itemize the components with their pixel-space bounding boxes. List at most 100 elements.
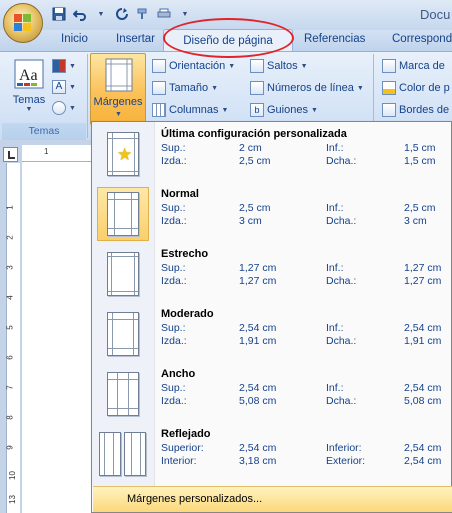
columnas-button[interactable]: Columnas ▼ <box>152 103 228 117</box>
temas-group-label: Temas <box>28 125 60 137</box>
saltos-button[interactable]: Saltos ▼ <box>250 59 308 73</box>
margin-option-reflejado[interactable]: Reflejado Superior: Interior: 2,54 cm 3,… <box>92 424 451 484</box>
title-bar: ▼ ▼ Docu <box>0 0 452 30</box>
option-title: Estrecho <box>161 248 209 260</box>
horizontal-ruler[interactable]: 1 <box>22 145 100 162</box>
label-top: Sup.: <box>161 142 186 154</box>
office-button[interactable] <box>3 3 43 43</box>
undo-dropdown-icon[interactable]: ▼ <box>92 5 110 23</box>
option-title: Moderado <box>161 308 214 320</box>
label-top: Sup.: <box>161 262 186 274</box>
orientacion-button[interactable]: Orientación ▼ <box>152 59 235 73</box>
value-bottom: 2,54 cm <box>404 442 442 454</box>
temas-button[interactable]: Aa Temas ▼ <box>8 58 50 113</box>
margin-line <box>140 433 141 475</box>
margenes-button[interactable]: Márgenes ▼ <box>90 53 146 125</box>
ruler-number: 4 <box>5 295 15 300</box>
margin-option-estrecho[interactable]: Estrecho Sup.: Izda.: 1,27 cm 1,27 cm In… <box>92 244 451 304</box>
color-pagina-label: Color de p <box>399 82 450 94</box>
label-right: Dcha.: <box>326 395 357 407</box>
margin-line <box>134 253 135 295</box>
margin-line <box>108 171 138 172</box>
guiones-label: Guiones <box>267 104 308 116</box>
bordes-pagina-button[interactable]: Bordes de <box>382 103 449 117</box>
margin-option-normal[interactable]: Normal Sup.: Izda.: 2,5 cm 3 cm Inf.: Dc… <box>92 184 451 244</box>
bordes-pagina-label: Bordes de <box>399 104 450 116</box>
option-thumbnail <box>97 367 149 421</box>
value-right: 1,5 cm <box>404 155 436 167</box>
temas-label: Temas <box>12 94 46 106</box>
tab-diseno-de-pagina[interactable]: Diseño de página <box>163 29 293 52</box>
margins-icon <box>105 58 133 92</box>
margin-option-moderado[interactable]: Moderado Sup.: Izda.: 2,54 cm 1,91 cm In… <box>92 304 451 364</box>
orientacion-label: Orientación <box>169 60 226 72</box>
document-page[interactable] <box>22 162 100 513</box>
label-left: Izda.: <box>161 275 187 287</box>
customize-qat-icon[interactable]: ▼ <box>176 5 194 23</box>
value-right: 1,91 cm <box>404 335 442 347</box>
value-left: 1,27 cm <box>239 275 277 287</box>
label-right: Dcha.: <box>326 155 357 167</box>
margin-line <box>134 133 135 175</box>
page-borders-icon <box>382 103 396 117</box>
value-right: 1,27 cm <box>404 275 442 287</box>
label-bottom: Inf.: <box>326 202 344 214</box>
ruler-number: 7 <box>5 385 15 390</box>
vertical-ruler[interactable]: 1 2 3 4 5 6 7 8 9 10 13 <box>0 145 22 513</box>
marca-agua-label: Marca de <box>399 60 445 72</box>
numeros-linea-arrow: ▼ <box>356 84 364 92</box>
label-right: Dcha.: <box>326 275 357 287</box>
office-logo-icon <box>14 14 32 32</box>
marca-agua-button[interactable]: Marca de <box>382 59 445 73</box>
tab-correspondencia[interactable]: Correspond <box>392 33 452 45</box>
label-left: Izda.: <box>161 395 187 407</box>
color-pagina-button[interactable]: Color de p <box>382 81 450 95</box>
print-icon[interactable] <box>155 5 173 23</box>
tab-selector-icon[interactable] <box>3 147 18 162</box>
option-thumbnail <box>97 187 149 241</box>
ruler-number: 8 <box>5 415 15 420</box>
margin-option-ancho[interactable]: Ancho Sup.: Izda.: 2,54 cm 5,08 cm Inf.:… <box>92 364 451 424</box>
value-inside: 3,18 cm <box>239 455 277 467</box>
columnas-label: Columnas <box>169 104 219 116</box>
label-bottom: Inf.: <box>326 322 344 334</box>
tab-insertar[interactable]: Insertar <box>116 33 155 45</box>
label-bottom: Inf.: <box>326 382 344 394</box>
margin-line <box>108 199 138 200</box>
margin-line <box>108 319 138 320</box>
option-thumbnail <box>97 307 149 361</box>
tab-inicio[interactable]: Inicio <box>61 33 88 45</box>
tamano-label: Tamaño <box>169 82 209 94</box>
value-top: 2,5 cm <box>239 202 271 214</box>
size-icon <box>152 81 166 95</box>
label-left: Izda.: <box>161 215 187 227</box>
margin-line <box>104 433 105 475</box>
guiones-button[interactable]: b Guiones ▼ <box>250 103 318 117</box>
theme-effects-icon <box>52 101 66 115</box>
undo-icon[interactable] <box>71 5 89 23</box>
page-preview-right-icon <box>124 432 146 476</box>
tamano-button[interactable]: Tamaño ▼ <box>152 81 218 95</box>
option-title: Normal <box>161 188 199 200</box>
theme-colors-arrow: ▼ <box>69 62 76 70</box>
label-top: Sup.: <box>161 202 186 214</box>
page-color-icon <box>382 81 396 95</box>
value-bottom: 1,27 cm <box>404 262 442 274</box>
option-thumbnail <box>97 427 149 481</box>
value-top: 2,54 cm <box>239 382 277 394</box>
redo-icon[interactable] <box>113 5 131 23</box>
line-numbers-icon <box>250 81 264 95</box>
theme-fonts-button[interactable]: A ▼ <box>52 80 76 94</box>
theme-effects-button[interactable]: ▼ <box>52 101 76 115</box>
theme-colors-button[interactable]: ▼ <box>52 59 76 73</box>
page-preview-icon <box>107 252 139 296</box>
numeros-linea-button[interactable]: Números de línea ▼ <box>250 81 364 95</box>
custom-margins-menu-item[interactable]: Márgenes personalizados... <box>93 486 452 512</box>
tab-referencias[interactable]: Referencias <box>304 33 365 45</box>
saltos-arrow: ▼ <box>300 62 308 70</box>
page-preview-icon <box>107 192 139 236</box>
margin-option-last-custom[interactable]: ★ Última configuración personalizada Sup… <box>92 124 451 184</box>
save-icon[interactable] <box>50 5 68 23</box>
format-painter-icon[interactable] <box>134 5 152 23</box>
option-title: Ancho <box>161 368 196 380</box>
